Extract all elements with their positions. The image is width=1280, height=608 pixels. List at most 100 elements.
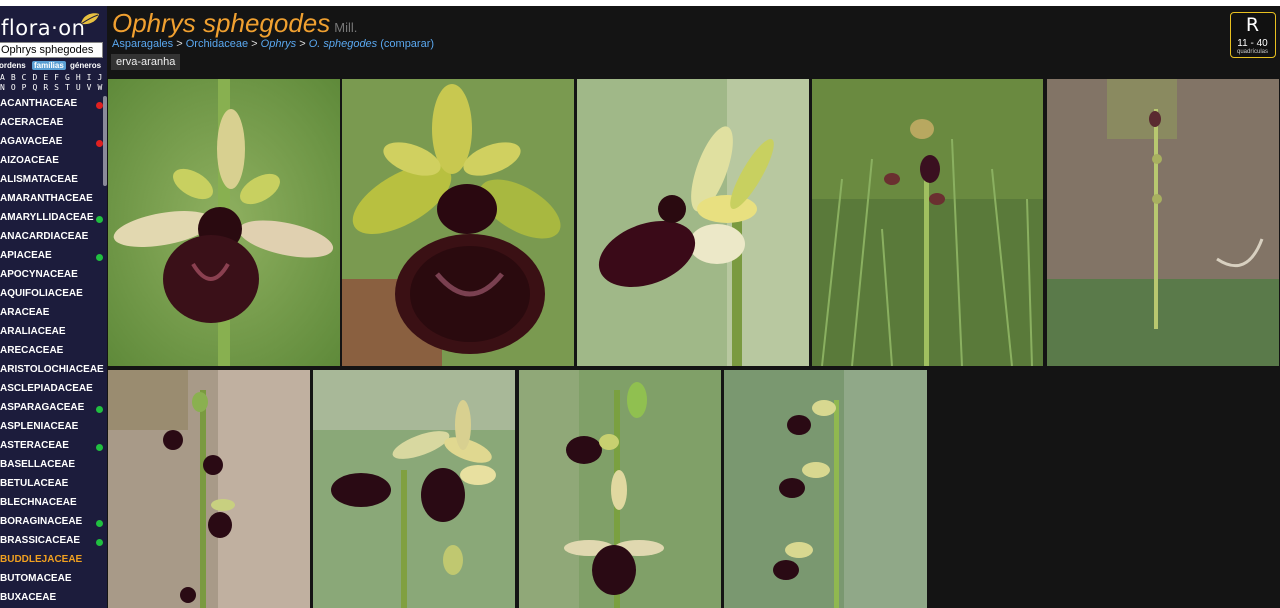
tab-familias[interactable]: famílias (32, 61, 66, 70)
family-item[interactable]: BUTOMACEAE (0, 571, 103, 590)
family-label: APOCYNACEAE (0, 269, 78, 280)
family-item[interactable]: APIACEAE (0, 248, 103, 267)
status-dot-icon (96, 520, 103, 527)
family-label: AGAVACEAE (0, 136, 63, 147)
species-name: Ophrys sphegodes (112, 8, 331, 38)
rarity-range: 11 - 40 (1237, 38, 1268, 49)
family-label: ARISTOLOCHIACEAE (0, 364, 104, 375)
tab-generos[interactable]: géneros (70, 61, 101, 70)
status-dot-icon (96, 216, 103, 223)
family-item[interactable]: ANACARDIACEAE (0, 229, 103, 248)
breadcrumb-family[interactable]: Orchidaceae (186, 38, 248, 50)
breadcrumb-separator: > (176, 38, 183, 50)
family-label: ASCLEPIADACEAE (0, 383, 93, 394)
family-label: ALISMATACEAE (0, 174, 78, 185)
family-label: ARALIACEAE (0, 326, 66, 337)
family-label: AMARYLLIDACEAE (0, 212, 94, 223)
family-item[interactable]: ACANTHACEAE (0, 96, 103, 115)
alphabet-row-1[interactable]: A B C D E F G H I J K L M (0, 73, 107, 82)
family-item[interactable]: BORAGINACEAE (0, 514, 103, 533)
taxon-tabs: ordens famílias géneros (0, 61, 107, 72)
family-label: ARECACEAE (0, 345, 64, 356)
status-dot-icon (96, 254, 103, 261)
family-label: ASPARAGACEAE (0, 402, 85, 413)
family-label: ACERACEAE (0, 117, 64, 128)
page-title: Ophrys sphegodes Mill. (112, 8, 357, 39)
status-dot-icon (96, 140, 103, 147)
family-label: BLECHNACEAE (0, 497, 77, 508)
photo-gallery (107, 78, 1280, 608)
family-item[interactable]: BUXACEAE (0, 590, 103, 608)
family-item[interactable]: ASPLENIACEAE (0, 419, 103, 438)
search-input[interactable] (0, 42, 103, 58)
photo-6[interactable] (108, 370, 310, 608)
breadcrumb-species[interactable]: O. sphegodes (309, 38, 378, 50)
family-item[interactable]: BRASSICACEAE (0, 533, 103, 552)
breadcrumb-separator: > (299, 38, 306, 50)
rarity-unit: quadrículas (1236, 49, 1269, 55)
family-item[interactable]: AIZOACEAE (0, 153, 103, 172)
family-item[interactable]: ARISTOLOCHIACEAE (0, 362, 104, 381)
breadcrumb-order[interactable]: Asparagales (112, 38, 173, 50)
family-item[interactable]: ARALIACEAE (0, 324, 103, 343)
breadcrumb-genus[interactable]: Ophrys (261, 38, 296, 50)
status-dot-icon (96, 444, 103, 451)
family-item[interactable]: AGAVACEAE (0, 134, 103, 153)
family-label: ASTERACEAE (0, 440, 69, 451)
family-item[interactable]: ASCLEPIADACEAE (0, 381, 103, 400)
photo-7[interactable] (313, 370, 515, 608)
family-list: ACANTHACEAE ACERACEAE AGAVACEAE AIZOACEAE AL… (0, 96, 104, 608)
flora-on-logo[interactable]: flora·on (0, 10, 107, 44)
taxon-header: Ophrys sphegodes Mill. Asparagales > Orch… (107, 6, 1280, 78)
family-item[interactable]: AMARYLLIDACEAE (0, 210, 103, 229)
breadcrumb: Asparagales > Orchidaceae > Ophrys > O. … (112, 38, 434, 50)
family-item[interactable]: ARECACEAE (0, 343, 103, 362)
family-label: ARACEAE (0, 307, 50, 318)
family-label: BETULACEAE (0, 478, 69, 489)
photo-9[interactable] (724, 370, 927, 608)
family-item[interactable]: ACERACEAE (0, 115, 103, 134)
alphabet-row-2[interactable]: N O P Q R S T U V W X Z ✕ (0, 83, 107, 92)
family-label: BUXACEAE (0, 592, 57, 603)
species-author: Mill. (334, 20, 358, 35)
family-item[interactable]: APOCYNACEAE (0, 267, 103, 286)
family-item[interactable]: ARACEAE (0, 305, 103, 324)
photo-3[interactable] (577, 79, 809, 366)
family-label: ASPLENIACEAE (0, 421, 79, 432)
photo-5[interactable] (1047, 79, 1279, 366)
family-item[interactable]: AMARANTHACEAE (0, 191, 103, 210)
family-label: APIACEAE (0, 250, 52, 261)
family-label: BUTOMACEAE (0, 573, 72, 584)
leaf-icon (80, 13, 99, 25)
family-label: ANACARDIACEAE (0, 231, 89, 242)
tab-ordens[interactable]: ordens (0, 61, 26, 70)
family-item[interactable]: ASPARAGACEAE (0, 400, 103, 419)
family-item[interactable]: BUDDLEJACEAE (0, 552, 103, 571)
photo-4[interactable] (812, 79, 1043, 366)
common-name-badge: erva-aranha (111, 54, 181, 70)
family-label: BUDDLEJACEAE (0, 554, 83, 565)
family-item[interactable]: BETULACEAE (0, 476, 103, 495)
family-label: BRASSICACEAE (0, 535, 81, 546)
family-item[interactable]: BLECHNACEAE (0, 495, 103, 514)
family-item[interactable]: AQUIFOLIACEAE (0, 286, 103, 305)
family-item[interactable]: ALISMATACEAE (0, 172, 103, 191)
status-dot-icon (96, 102, 103, 109)
status-dot-icon (96, 406, 103, 413)
rarity-badge[interactable]: R 11 - 40 quadrículas (1230, 12, 1276, 58)
photo-1[interactable] (108, 79, 340, 366)
family-label: BASELLACEAE (0, 459, 76, 470)
compare-link[interactable]: (comparar) (380, 38, 434, 50)
photo-8[interactable] (519, 370, 721, 608)
status-dot-icon (96, 539, 103, 546)
logo-text: flora·on (1, 16, 86, 40)
family-label: BORAGINACEAE (0, 516, 83, 527)
family-label: AIZOACEAE (0, 155, 59, 166)
photo-2[interactable] (342, 79, 574, 366)
family-label: AQUIFOLIACEAE (0, 288, 83, 299)
breadcrumb-separator: > (251, 38, 258, 50)
sidebar: flora·on ordens famílias géneros A B C D… (0, 6, 107, 608)
family-item[interactable]: ASTERACEAE (0, 438, 103, 457)
family-item[interactable]: BASELLACEAE (0, 457, 103, 476)
rarity-letter: R (1245, 14, 1260, 36)
